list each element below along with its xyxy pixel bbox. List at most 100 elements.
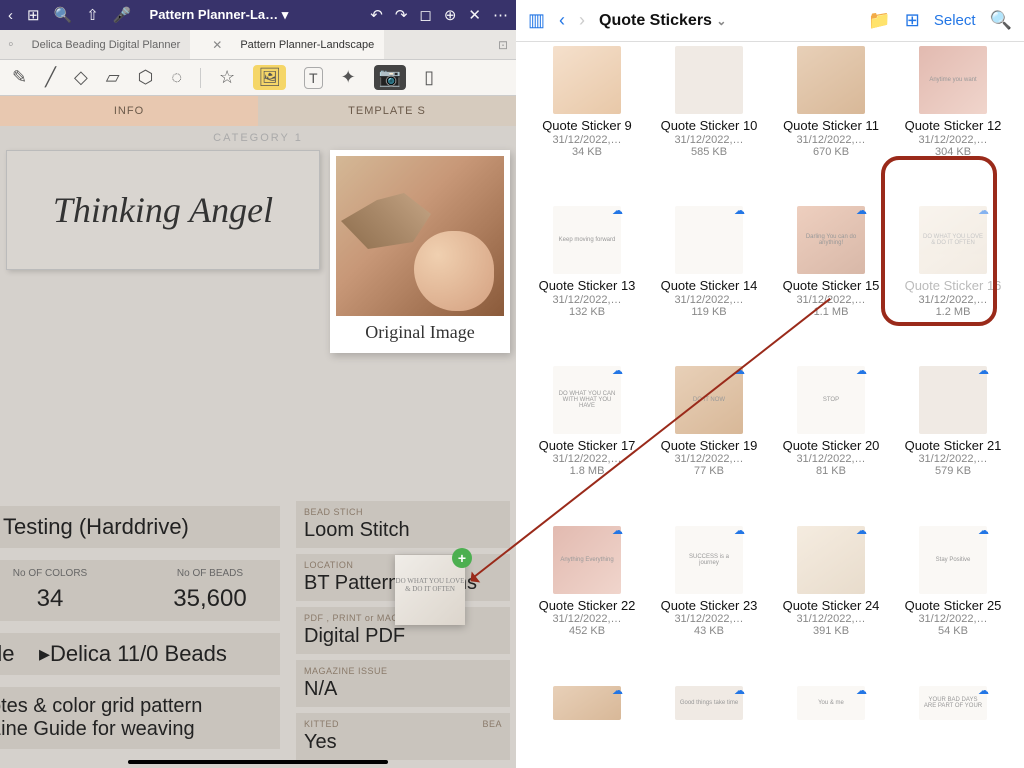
laser-icon[interactable]: ✦ (341, 67, 356, 88)
file-name: Quote Sticker 13 (528, 278, 646, 294)
share-icon[interactable]: ⇧ (86, 6, 99, 24)
shape-icon[interactable]: ⬡ (138, 67, 154, 88)
grid-icon[interactable]: ⊞ (27, 6, 40, 24)
file-item[interactable]: Keep moving forward☁Quote Sticker 1331/1… (528, 206, 646, 358)
text-icon[interactable]: T (304, 67, 323, 89)
file-thumb (553, 46, 621, 114)
section-tabs: INFO TEMPLATE S (0, 96, 516, 126)
file-item[interactable]: ☁ (528, 686, 646, 764)
home-indicator[interactable] (128, 760, 388, 764)
tab-close-icon[interactable]: ✕ (212, 38, 222, 52)
thin-pen-icon[interactable]: ╱ (45, 67, 56, 88)
favorite-icon[interactable]: ☆ (219, 67, 235, 88)
folder-title[interactable]: Quote Stickers ⌄ (599, 12, 726, 30)
file-date: 31/12/2022,… (772, 134, 890, 146)
file-thumb: You & me☁ (797, 686, 865, 720)
file-item[interactable]: You & me☁ (772, 686, 890, 764)
file-date: 31/12/2022,… (528, 294, 646, 306)
file-item[interactable]: Good things take time☁ (650, 686, 768, 764)
file-date: 31/12/2022,… (894, 134, 1012, 146)
goodnotes-app: ‹ ⊞ 🔍 ⇧ 🎤 Pattern Planner-La… ▾ ↶ ↷ ◻ ⊕ … (0, 0, 516, 768)
tab-info[interactable]: INFO (0, 96, 258, 126)
file-item[interactable]: ☁Quote Sticker 2131/12/2022,…579 KB (894, 366, 1012, 518)
file-date: 31/12/2022,… (528, 134, 646, 146)
file-item[interactable]: STOP☁Quote Sticker 2031/12/2022,…81 KB (772, 366, 890, 518)
file-thumb: SUCCESS is a journey☁ (675, 526, 743, 594)
polaroid: Original Image (330, 150, 510, 353)
file-item[interactable]: DO IT NOW☁Quote Sticker 1931/12/2022,…77… (650, 366, 768, 518)
file-size: 585 KB (650, 146, 768, 158)
field-bead-stitch: BEAD STICH Loom Stitch (296, 501, 510, 548)
cloud-icon: ☁ (978, 684, 989, 697)
file-item[interactable]: YOUR BAD DAYS ARE PART OF YOUR☁ (894, 686, 1012, 764)
bookmark-icon[interactable]: ◻ (419, 6, 431, 24)
sidebar-icon[interactable]: ▥ (528, 10, 545, 31)
search-icon[interactable]: 🔍 (990, 10, 1012, 31)
more-icon[interactable]: ⋯ (493, 6, 508, 24)
top-toolbar: ‹ ⊞ 🔍 ⇧ 🎤 Pattern Planner-La… ▾ ↶ ↷ ◻ ⊕ … (0, 0, 516, 30)
tab-prev-icon[interactable]: ◦ (0, 36, 22, 54)
file-item[interactable]: SUCCESS is a journey☁Quote Sticker 2331/… (650, 526, 768, 678)
file-name: Quote Sticker 9 (528, 118, 646, 134)
file-item[interactable]: DO WHAT YOU CAN WITH WHAT YOU HAVE☁Quote… (528, 366, 646, 518)
file-name: Quote Sticker 25 (894, 598, 1012, 614)
delica-block: de ▸Delica 11/0 Beads (0, 633, 280, 675)
file-size: 452 KB (528, 625, 646, 637)
file-date: 31/12/2022,… (650, 613, 768, 625)
file-name: Quote Sticker 22 (528, 598, 646, 614)
file-grid[interactable]: Quote Sticker 931/12/2022,…34 KBQuote St… (516, 42, 1024, 768)
file-item[interactable]: ☁Quote Sticker 1431/12/2022,…119 KB (650, 206, 768, 358)
tab-inactive[interactable]: Delica Beading Digital Planner (22, 30, 191, 59)
select-button[interactable]: Select (934, 12, 976, 29)
new-folder-icon[interactable]: 📁 (868, 10, 890, 31)
file-size: 43 KB (650, 625, 768, 637)
doc-title[interactable]: Pattern Planner-La… ▾ (150, 7, 289, 23)
tab-templates[interactable]: TEMPLATE S (258, 96, 516, 126)
undo-icon[interactable]: ↶ (370, 6, 383, 24)
back-chevron-icon[interactable]: ‹ (559, 10, 565, 31)
lasso-icon[interactable]: ◌ (171, 67, 182, 88)
redo-icon[interactable]: ↷ (395, 6, 408, 24)
file-date: 31/12/2022,… (894, 453, 1012, 465)
file-thumb: Good things take time☁ (675, 686, 743, 720)
cloud-icon: ☁ (734, 684, 745, 697)
field-mag: MAGAZINE ISSUE N/A (296, 660, 510, 707)
file-item[interactable]: Quote Sticker 1131/12/2022,…670 KB (772, 46, 890, 198)
tab-active[interactable]: ✕ Pattern Planner-Landscape (190, 30, 384, 59)
file-name: Quote Sticker 15 (772, 278, 890, 294)
polaroid-caption: Original Image (336, 316, 504, 349)
image-icon[interactable]: 🖼 (253, 65, 286, 90)
file-name: Quote Sticker 10 (650, 118, 768, 134)
back-icon[interactable]: ‹ (8, 7, 13, 24)
file-date: 31/12/2022,… (772, 453, 890, 465)
cloud-icon: ☁ (856, 364, 867, 377)
tab-add-icon[interactable]: ⊡ (498, 38, 508, 52)
file-item[interactable]: Anything Everything☁Quote Sticker 2231/1… (528, 526, 646, 678)
file-thumb: ☁ (553, 686, 621, 720)
file-date: 31/12/2022,… (650, 294, 768, 306)
file-size: 132 KB (528, 306, 646, 318)
file-thumb: Stay Positive☁ (919, 526, 987, 594)
file-size: 81 KB (772, 465, 890, 477)
pen-icon[interactable]: ✎ (12, 67, 27, 88)
ruler-icon[interactable]: ▯ (424, 67, 434, 88)
close-icon[interactable]: ✕ (468, 6, 481, 24)
eraser-icon[interactable]: ◇ (74, 67, 88, 88)
file-name: Quote Sticker 21 (894, 438, 1012, 454)
file-size: 54 KB (894, 625, 1012, 637)
camera-icon[interactable]: 📷 (374, 65, 406, 90)
file-item[interactable]: ☁Quote Sticker 2431/12/2022,…391 KB (772, 526, 890, 678)
file-name: Quote Sticker 14 (650, 278, 768, 294)
file-item[interactable]: Darling You can do anything!☁Quote Stick… (772, 206, 890, 358)
mic-icon[interactable]: 🎤 (113, 6, 132, 24)
search-icon[interactable]: 🔍 (54, 6, 73, 24)
file-item[interactable]: Quote Sticker 931/12/2022,…34 KB (528, 46, 646, 198)
doc-tabs: ◦ Delica Beading Digital Planner ✕ Patte… (0, 30, 516, 60)
add-page-icon[interactable]: ⊕ (444, 6, 457, 24)
highlighter-icon[interactable]: ▱ (106, 67, 120, 88)
file-item[interactable]: Stay Positive☁Quote Sticker 2531/12/2022… (894, 526, 1012, 678)
file-name: Quote Sticker 17 (528, 438, 646, 454)
field-kitted: KITTEDBEA Yes (296, 713, 510, 760)
file-item[interactable]: Quote Sticker 1031/12/2022,…585 KB (650, 46, 768, 198)
view-grid-icon[interactable]: ⊞ (905, 10, 920, 31)
